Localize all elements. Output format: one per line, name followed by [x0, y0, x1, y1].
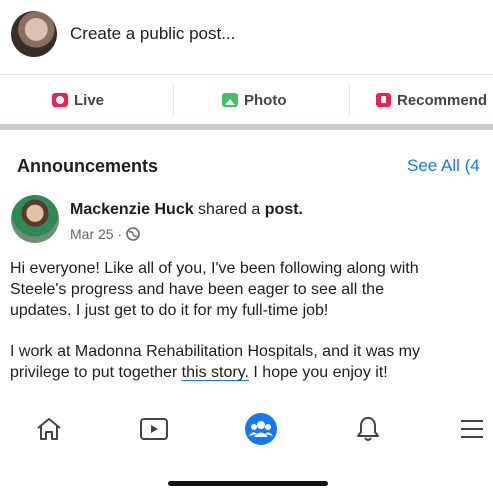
watch-icon [140, 418, 168, 440]
post-text-fragment: I hope you enjoy it! [248, 364, 388, 381]
story-link[interactable]: this story. [182, 364, 249, 381]
tab-watch[interactable] [134, 409, 174, 449]
avatar[interactable] [11, 11, 57, 57]
bottom-tab-bar [0, 405, 493, 455]
section-divider [0, 124, 493, 130]
globe-icon [126, 227, 140, 241]
composer-placeholder[interactable]: Create a public post... [70, 24, 235, 44]
post-text-fragment: privilege to put together [10, 364, 182, 381]
live-video-icon [52, 93, 68, 107]
tab-groups[interactable] [241, 409, 281, 449]
recommend-button[interactable]: Recommend [376, 75, 487, 125]
see-all-link[interactable]: See All (4 [407, 156, 480, 176]
divider [173, 85, 174, 115]
live-button[interactable]: Live [52, 75, 104, 125]
photo-button[interactable]: Photo [222, 75, 287, 125]
post-body: Hi everyone! Like all of you, I've been … [10, 258, 493, 383]
author-avatar[interactable] [11, 195, 59, 243]
home-icon [37, 418, 61, 440]
post-composer[interactable]: Create a public post... [0, 0, 493, 70]
live-label: Live [74, 91, 105, 109]
post-text-line: Hi everyone! Like all of you, I've been … [10, 260, 419, 277]
composer-actions: Live Photo Recommend [0, 75, 493, 125]
home-indicator[interactable] [168, 481, 328, 486]
post-header: Mackenzie Huck shared a post. [70, 201, 303, 219]
post-text-line: I work at Madonna Rehabilitation Hospita… [10, 343, 420, 360]
tab-notifications[interactable] [348, 409, 388, 449]
menu-icon [461, 420, 483, 438]
post-text-line: Steele's progress and have been eager to… [10, 281, 384, 298]
divider [349, 85, 350, 115]
post-text-line: updates. I just get to do it for my full… [10, 302, 329, 319]
post-action-text: shared a [193, 201, 265, 218]
post-date[interactable]: Mar 25 · [70, 226, 122, 242]
photo-icon [222, 93, 238, 107]
groups-icon [245, 413, 277, 445]
post-text-line: privilege to put together this story. I … [10, 362, 493, 383]
tab-home[interactable] [29, 409, 69, 449]
recommend-label: Recommend [397, 91, 488, 109]
author-name[interactable]: Mackenzie Huck [70, 201, 194, 218]
tab-menu[interactable] [452, 409, 492, 449]
post-meta: Mar 25 · [70, 226, 140, 242]
photo-label: Photo [244, 91, 287, 109]
notifications-icon [357, 417, 379, 441]
recommend-icon [376, 93, 391, 107]
shared-post-link[interactable]: post. [265, 201, 303, 218]
announcements-title: Announcements [17, 156, 159, 176]
